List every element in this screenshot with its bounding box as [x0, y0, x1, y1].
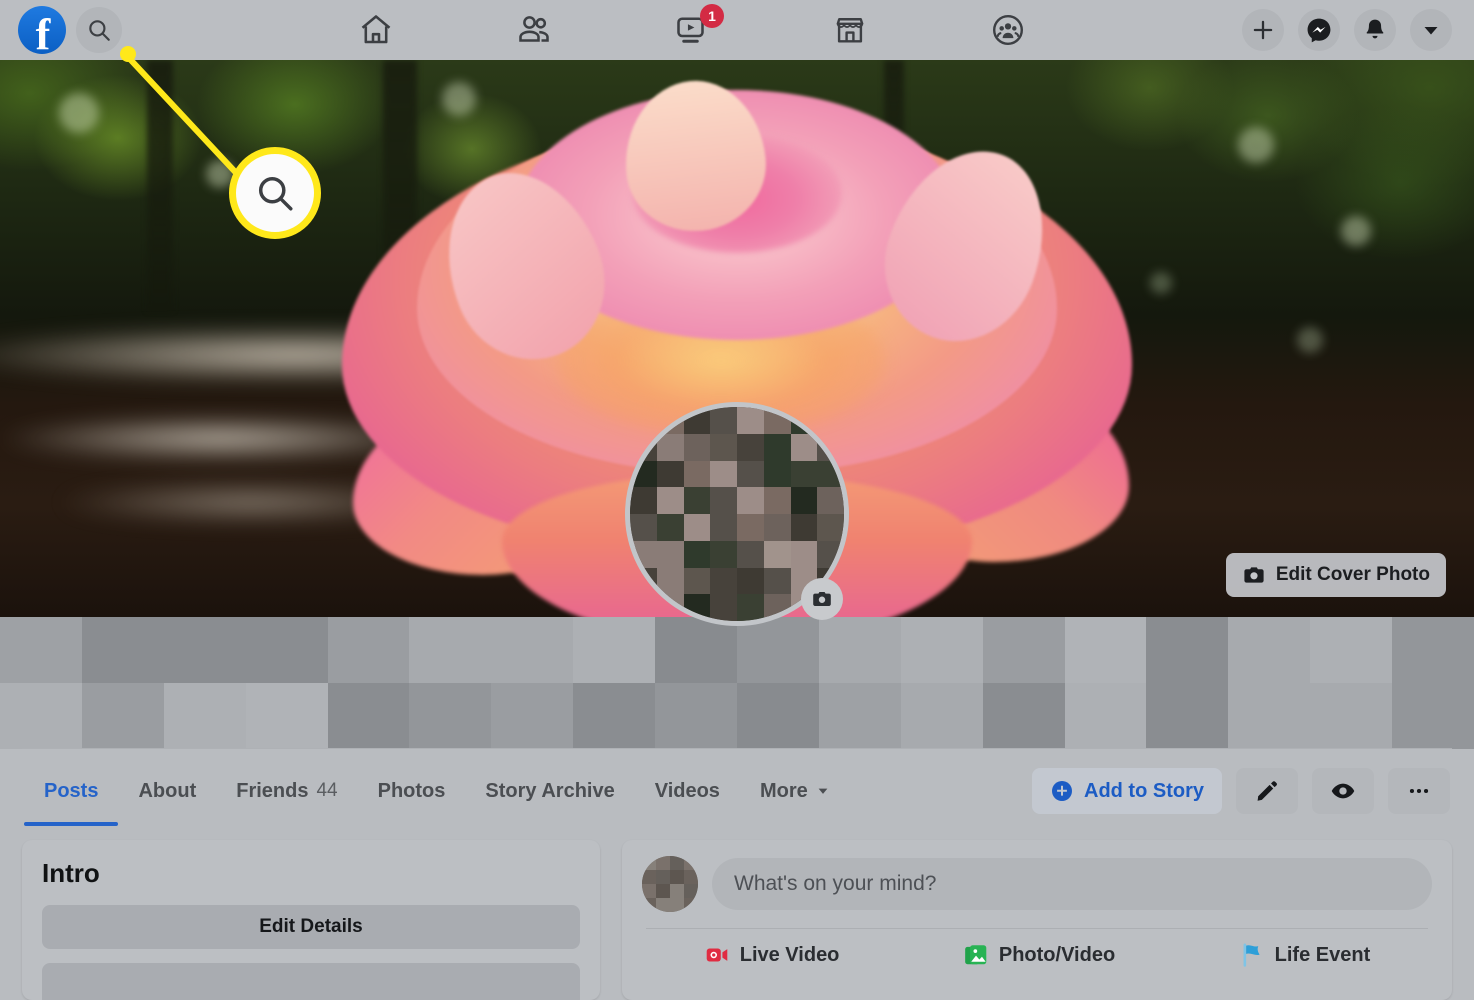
nav-item-groups[interactable] [980, 8, 1036, 52]
intro-title: Intro [42, 858, 100, 888]
live-video-label: Live Video [739, 943, 840, 966]
intro-secondary-button[interactable] [42, 963, 580, 1000]
nav-item-friends[interactable] [506, 8, 562, 52]
tab-about-label: About [138, 779, 197, 802]
notifications-button[interactable] [1354, 9, 1396, 51]
profile-identity-section: Add Bio [0, 617, 1474, 749]
profile-name-redacted [0, 617, 1474, 749]
life-event-icon [1243, 943, 1260, 967]
chevron-down-icon [818, 788, 828, 794]
more-options-button[interactable] [1388, 768, 1450, 814]
tab-photos-label: Photos [377, 779, 446, 802]
tab-videos[interactable]: Videos [635, 756, 740, 826]
tab-story-archive-label: Story Archive [485, 779, 615, 802]
intro-card: Intro Edit Details [22, 840, 600, 1000]
edit-details-button[interactable]: Edit Details [42, 905, 580, 949]
edit-profile-button[interactable] [1236, 768, 1298, 814]
profile-action-buttons: Add to Story [1032, 768, 1474, 814]
composer-top-row [642, 856, 1432, 912]
photo-video-button[interactable]: Photo/Video [963, 942, 1115, 968]
life-event-label: Life Event [1274, 943, 1371, 966]
composer-avatar-redacted[interactable] [642, 856, 698, 912]
nav-item-marketplace[interactable] [822, 8, 878, 52]
add-to-story-label: Add to Story [1084, 779, 1204, 802]
composer-action-row: Live Video Photo/Video Life Event [642, 929, 1432, 981]
photo-video-icon [965, 945, 987, 965]
tab-posts-label: Posts [44, 779, 99, 802]
identity-divider [22, 748, 1452, 749]
pencil-icon [1257, 781, 1277, 801]
tab-friends-label: Friends [236, 779, 309, 802]
tab-more[interactable]: More [740, 756, 850, 826]
nav-right-group [1242, 9, 1474, 51]
camera-icon [1244, 567, 1264, 583]
profile-tab-row: Posts About Friends 44 Photos Story Arch… [0, 756, 1474, 826]
create-button[interactable] [1242, 9, 1284, 51]
tab-posts[interactable]: Posts [24, 756, 119, 826]
tab-story-archive[interactable]: Story Archive [465, 756, 634, 826]
nav-left-group: f [0, 6, 122, 54]
top-navigation-bar: f 1 [0, 0, 1474, 60]
account-menu-button[interactable] [1410, 9, 1452, 51]
composer-input[interactable] [712, 858, 1432, 910]
profile-content-area: Intro Edit Details Live Video [0, 840, 1474, 1000]
add-to-story-button[interactable]: Add to Story [1032, 768, 1222, 814]
nav-item-watch[interactable]: 1 [664, 4, 724, 52]
live-video-icon [706, 948, 728, 962]
tab-photos[interactable]: Photos [358, 756, 466, 826]
tab-more-label: More [759, 779, 808, 802]
tab-about[interactable]: About [118, 756, 216, 826]
view-as-button[interactable] [1312, 768, 1374, 814]
plus-circle-icon [1052, 781, 1072, 801]
edit-cover-photo-button[interactable]: Edit Cover Photo [1225, 553, 1446, 597]
edit-cover-photo-label: Edit Cover Photo [1275, 564, 1430, 585]
tab-videos-label: Videos [654, 779, 720, 802]
facebook-logo[interactable]: f [18, 6, 66, 54]
post-composer-card: Live Video Photo/Video [622, 840, 1452, 1000]
facebook-profile-page: f 1 Edit Cover Photo Posts About Friends… [0, 0, 1474, 1000]
tab-friends[interactable]: Friends 44 [216, 756, 357, 826]
live-video-button[interactable]: Live Video [704, 942, 840, 968]
tab-friends-count: 44 [316, 780, 338, 801]
search-icon[interactable] [76, 7, 122, 53]
messenger-button[interactable] [1298, 9, 1340, 51]
ellipsis-icon [1409, 788, 1429, 794]
nav-center-group: 1 [142, 4, 1242, 52]
nav-item-home[interactable] [348, 8, 404, 52]
edit-profile-picture-button[interactable] [801, 578, 843, 620]
camera-icon [813, 592, 831, 606]
profile-tabs: Posts About Friends 44 Photos Story Arch… [0, 756, 850, 826]
watch-badge: 1 [700, 4, 724, 28]
life-event-button[interactable]: Life Event [1239, 942, 1371, 968]
photo-video-label: Photo/Video [998, 943, 1116, 966]
eye-icon [1331, 783, 1355, 799]
profile-picture-container[interactable] [625, 402, 849, 626]
